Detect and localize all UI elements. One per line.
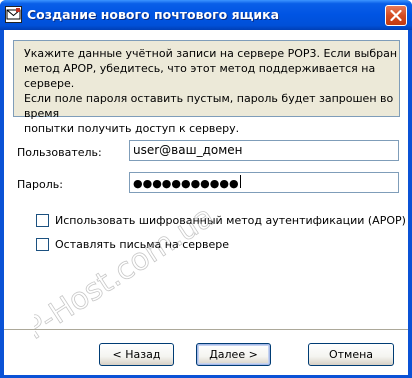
back-button[interactable]: < Назад bbox=[99, 343, 174, 366]
user-value: user@ваш_домен bbox=[133, 143, 243, 157]
keep-mail-option[interactable]: Оставлять письма на сервере bbox=[36, 238, 229, 251]
user-field[interactable]: user@ваш_домен bbox=[129, 140, 399, 161]
apop-checkbox[interactable] bbox=[36, 214, 49, 227]
dialog-window: Создание нового почтового ящика Укажите … bbox=[0, 0, 412, 378]
password-label: Пароль: bbox=[17, 178, 63, 191]
watermark: P-Host.com.ua bbox=[34, 199, 221, 347]
cancel-button[interactable]: Отмена bbox=[308, 343, 394, 366]
close-button[interactable] bbox=[385, 5, 407, 26]
dialog-body: Укажите данные учётной записи на сервере… bbox=[4, 30, 408, 375]
keep-mail-checkbox[interactable] bbox=[36, 238, 49, 251]
text-caret bbox=[239, 175, 241, 188]
info-line-2: метод APOP, убедитесь, что этот метод по… bbox=[24, 62, 376, 90]
apop-label: Использовать шифрованный метод аутентифи… bbox=[55, 214, 406, 227]
info-panel: Укажите данные учётной записи на сервере… bbox=[13, 40, 400, 135]
button-divider bbox=[4, 329, 408, 331]
password-value: ●●●●●●●●●●● bbox=[133, 177, 239, 190]
info-line-1: Укажите данные учётной записи на сервере… bbox=[24, 47, 398, 60]
password-field[interactable]: ●●●●●●●●●●● bbox=[129, 172, 399, 193]
keep-mail-label: Оставлять письма на сервере bbox=[55, 238, 230, 251]
window-title: Создание нового почтового ящика bbox=[27, 7, 280, 22]
close-icon bbox=[390, 9, 402, 22]
info-line-3: Если поле пароля оставить пустым, пароль… bbox=[24, 92, 394, 120]
user-label: Пользователь: bbox=[17, 146, 102, 159]
next-button[interactable]: Далее > bbox=[196, 343, 271, 366]
apop-option[interactable]: Использовать шифрованный метод аутентифи… bbox=[36, 214, 406, 227]
info-line-4: попытки получить доступ к серверу. bbox=[24, 122, 240, 135]
mail-account-icon bbox=[5, 6, 22, 23]
title-bar[interactable]: Создание нового почтового ящика bbox=[0, 0, 412, 30]
